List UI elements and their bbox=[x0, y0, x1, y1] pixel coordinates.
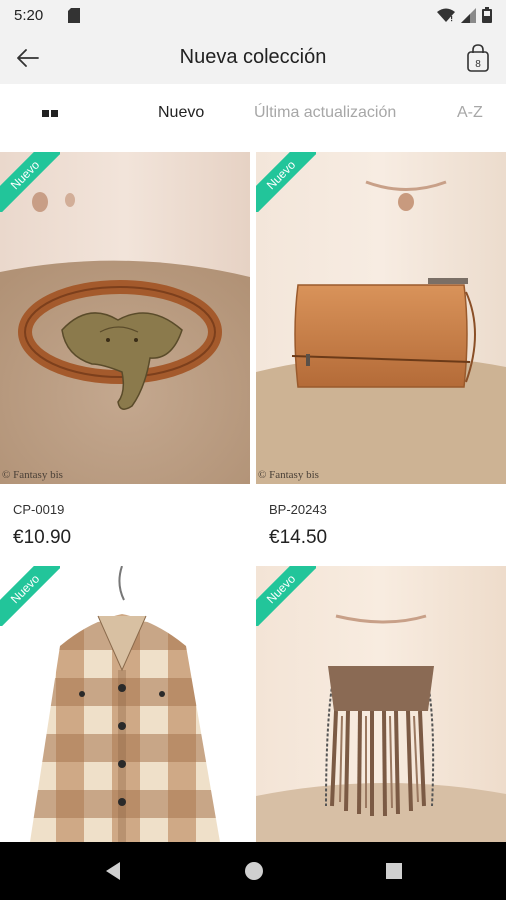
product-card[interactable]: Nuevo bbox=[0, 566, 250, 842]
grid-view-toggle-icon[interactable] bbox=[38, 106, 62, 122]
new-badge: Nuevo bbox=[0, 566, 60, 626]
shopping-bag-icon: 8 bbox=[467, 44, 489, 72]
image-watermark: © Fantasy bis bbox=[258, 469, 319, 481]
new-badge: Nuevo bbox=[256, 152, 316, 212]
sort-option-nuevo[interactable]: Nuevo bbox=[158, 104, 204, 122]
sort-option-a-z[interactable]: A-Z bbox=[457, 104, 483, 122]
page-title: Nueva colección bbox=[179, 46, 327, 68]
status-bar: 5:20 bbox=[0, 0, 506, 32]
status-time: 5:20 bbox=[14, 7, 44, 24]
product-card[interactable]: Nuevo © Fantasy bis BP-20243 €14.50 bbox=[256, 152, 506, 566]
wifi-icon bbox=[437, 8, 455, 22]
new-badge: Nuevo bbox=[0, 152, 60, 212]
product-card[interactable]: Nuevo © Fantasy bis CP-0019 €10.90 bbox=[0, 152, 250, 566]
product-image[interactable]: Nuevo bbox=[256, 566, 506, 842]
nav-home-icon[interactable] bbox=[243, 860, 265, 882]
bag-count: 8 bbox=[475, 59, 481, 70]
product-card[interactable]: Nuevo bbox=[256, 566, 506, 842]
badge-label: Nuevo bbox=[7, 571, 43, 607]
nav-back-icon[interactable] bbox=[102, 860, 124, 882]
badge-label: Nuevo bbox=[7, 157, 43, 193]
battery-icon bbox=[482, 7, 492, 23]
nav-recent-apps-icon[interactable] bbox=[383, 860, 405, 882]
image-watermark: © Fantasy bis bbox=[2, 469, 63, 481]
badge-label: Nuevo bbox=[263, 571, 299, 607]
product-price: €10.90 bbox=[13, 527, 72, 548]
sort-option-ultima-actualizacion[interactable]: Última actualización bbox=[254, 104, 396, 122]
sd-card-icon bbox=[68, 8, 80, 23]
product-info: CP-0019 €10.90 bbox=[0, 484, 250, 566]
product-image[interactable]: Nuevo © Fantasy bis bbox=[256, 152, 506, 484]
new-badge: Nuevo bbox=[256, 566, 316, 626]
badge-label: Nuevo bbox=[263, 157, 299, 193]
system-navigation-bar bbox=[0, 842, 506, 900]
product-info: BP-20243 €14.50 bbox=[256, 484, 506, 566]
product-image[interactable]: Nuevo © Fantasy bis bbox=[0, 152, 250, 484]
product-sku: BP-20243 bbox=[269, 502, 327, 517]
app-bar: Nueva colección 8 bbox=[0, 32, 506, 84]
sort-bar: Nuevo Última actualización A-Z bbox=[0, 84, 506, 142]
signal-icon bbox=[461, 7, 476, 23]
status-icons bbox=[437, 7, 492, 23]
product-image[interactable]: Nuevo bbox=[0, 566, 250, 842]
shopping-bag-button[interactable]: 8 bbox=[464, 42, 492, 74]
product-sku: CP-0019 bbox=[13, 502, 65, 517]
product-price: €14.50 bbox=[269, 527, 328, 548]
